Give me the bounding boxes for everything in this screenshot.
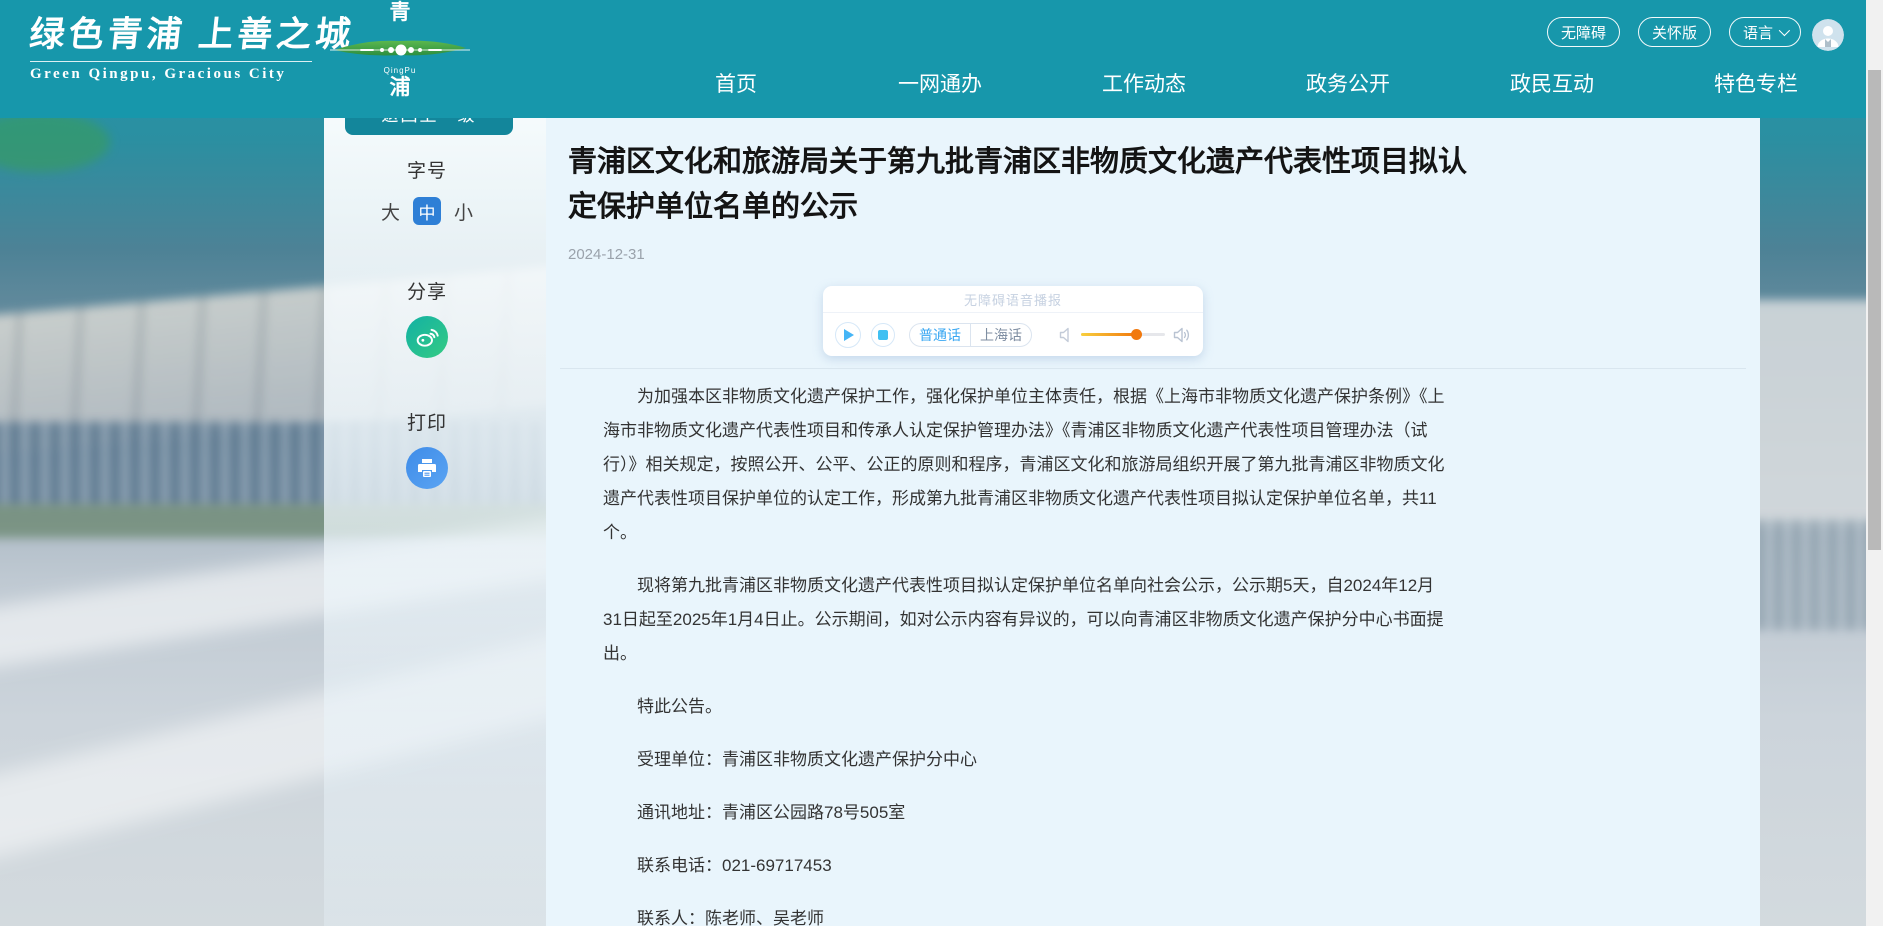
share-label: 分享 <box>337 277 517 304</box>
play-button[interactable] <box>835 322 861 348</box>
nav-item-special[interactable]: 特色专栏 <box>1654 60 1858 106</box>
font-size-small-button[interactable]: 小 <box>454 198 473 225</box>
nav-item-onestop[interactable]: 一网通办 <box>838 60 1042 106</box>
article-paragraph: 联系人：陈老师、吴老师 <box>603 902 1451 926</box>
content-divider <box>560 368 1746 369</box>
language-label: 语言 <box>1743 22 1773 43</box>
volume-knob[interactable] <box>1131 329 1142 340</box>
article-title: 青浦区文化和旅游局关于第九批青浦区非物质文化遗产代表性项目拟认定保护单位名单的公… <box>568 140 1488 230</box>
emblem-romanized: QingPu <box>330 66 470 76</box>
main-nav: 首页 一网通办 工作动态 政务公开 政民互动 特色专栏 <box>634 60 1858 106</box>
article-date: 2024-12-31 <box>568 246 645 263</box>
slogan-divider <box>30 61 312 62</box>
page: 返回上一级 绿色青浦 上善之城 Green Qingpu, Gracious C… <box>0 0 1883 926</box>
header-quick-links: 无障碍 关怀版 语言 <box>1547 17 1801 47</box>
stop-icon <box>878 330 888 340</box>
volume-fill <box>1081 333 1136 336</box>
slogan-chinese: 绿色青浦 上善之城 <box>27 6 332 57</box>
weibo-icon <box>414 324 440 350</box>
voice-language-tabs: 普通话 上海话 <box>909 323 1032 347</box>
care-version-label: 关怀版 <box>1652 22 1697 43</box>
site-logo[interactable]: 绿色青浦 上善之城 Green Qingpu, Gracious City <box>30 6 330 83</box>
audio-player-title: 无障碍语音播报 <box>823 286 1203 313</box>
nav-item-work-news[interactable]: 工作动态 <box>1042 60 1246 106</box>
slogan-english: Green Qingpu, Gracious City <box>30 66 330 83</box>
font-size-label: 字号 <box>337 156 517 183</box>
nav-item-home[interactable]: 首页 <box>634 60 838 106</box>
language-dropdown[interactable]: 语言 <box>1729 17 1801 47</box>
user-avatar[interactable] <box>1812 19 1844 51</box>
emblem-char-bottom: 浦 <box>330 76 470 100</box>
audio-player-controls: 普通话 上海话 <box>823 313 1203 356</box>
print-button[interactable] <box>406 447 448 489</box>
tab-shanghainese[interactable]: 上海话 <box>971 324 1031 346</box>
chevron-down-icon <box>1779 25 1790 36</box>
tab-mandarin[interactable]: 普通话 <box>910 324 971 346</box>
article-paragraph: 现将第九批青浦区非物质文化遗产代表性项目拟认定保护单位名单向社会公示，公示期5天… <box>603 569 1451 671</box>
scrollbar-thumb[interactable] <box>1868 70 1881 550</box>
print-label: 打印 <box>337 408 517 435</box>
qingpu-emblem: 青 QingPu 浦 <box>330 0 470 118</box>
volume-high-icon <box>1173 327 1191 343</box>
accessibility-button[interactable]: 无障碍 <box>1547 17 1620 47</box>
article-paragraph: 为加强本区非物质文化遗产保护工作，强化保护单位主体责任，根据《上海市非物质文化遗… <box>603 380 1451 550</box>
volume-low-icon <box>1059 327 1073 343</box>
nav-item-gov-info[interactable]: 政务公开 <box>1246 60 1450 106</box>
volume-control <box>1059 327 1191 343</box>
stop-button[interactable] <box>871 323 895 347</box>
article-paragraph: 联系电话：021-69717453 <box>603 849 1451 883</box>
sidebar-tools: 字号 大 中 小 分享 打印 <box>337 118 517 489</box>
font-size-options: 大 中 小 <box>337 197 517 225</box>
site-header: 绿色青浦 上善之城 Green Qingpu, Gracious City 青 … <box>0 0 1866 118</box>
font-size-medium-button[interactable]: 中 <box>413 197 441 225</box>
emblem-char-top: 青 <box>330 0 470 26</box>
font-size-large-button[interactable]: 大 <box>381 198 400 225</box>
article-body: 为加强本区非物质文化遗产保护工作，强化保护单位主体责任，根据《上海市非物质文化遗… <box>603 380 1451 926</box>
article-paragraph: 受理单位：青浦区非物质文化遗产保护分中心 <box>603 743 1451 777</box>
island-icon <box>330 36 470 62</box>
scrollbar-track[interactable] <box>1866 0 1883 926</box>
content-panel: 青浦区文化和旅游局关于第九批青浦区非物质文化遗产代表性项目拟认定保护单位名单的公… <box>546 118 1760 926</box>
printer-icon <box>415 456 439 480</box>
share-weibo-button[interactable] <box>406 316 448 358</box>
nav-item-interaction[interactable]: 政民互动 <box>1450 60 1654 106</box>
article-paragraph: 特此公告。 <box>603 690 1451 724</box>
audio-player: 无障碍语音播报 普通话 上海话 <box>823 286 1203 356</box>
volume-slider[interactable] <box>1081 333 1165 336</box>
accessibility-label: 无障碍 <box>1561 22 1606 43</box>
play-icon <box>844 329 854 341</box>
article-paragraph: 通讯地址：青浦区公园路78号505室 <box>603 796 1451 830</box>
background-trees <box>0 112 110 172</box>
care-version-button[interactable]: 关怀版 <box>1638 17 1711 47</box>
